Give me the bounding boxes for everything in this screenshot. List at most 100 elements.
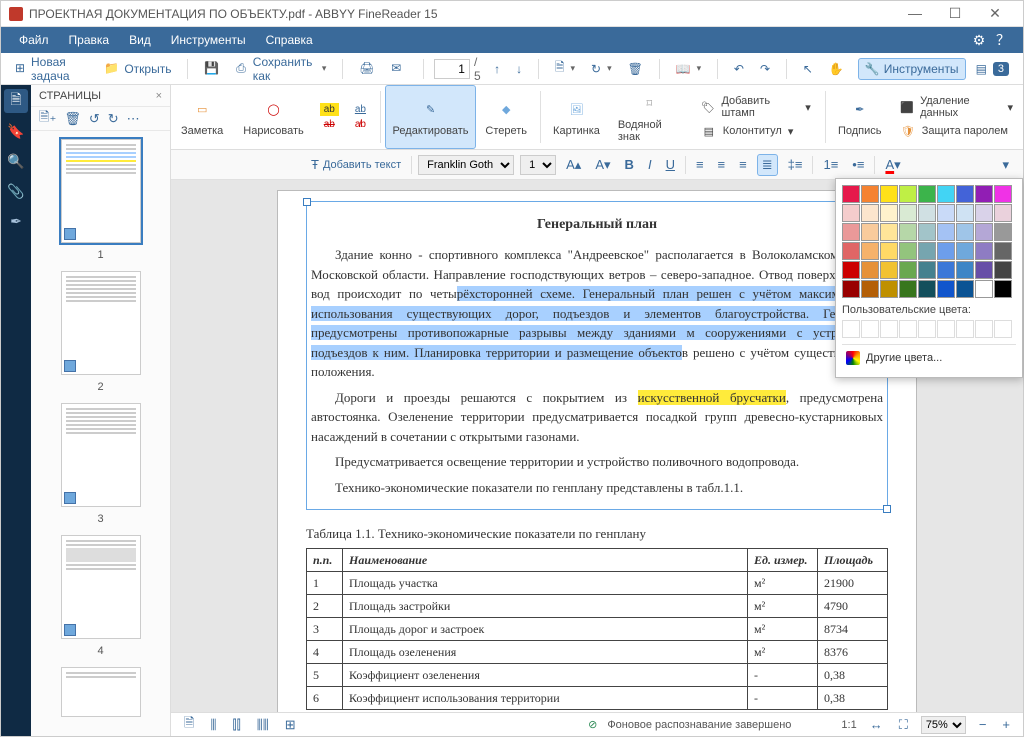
color-swatch[interactable] (899, 204, 917, 222)
increase-font-button[interactable]: A▴ (562, 155, 585, 175)
page-thumb-2[interactable] (61, 271, 141, 375)
color-swatch[interactable] (880, 242, 898, 260)
color-swatch[interactable] (918, 185, 936, 203)
color-swatch[interactable] (842, 280, 860, 298)
ocr-button[interactable]: 📖▾ (670, 59, 707, 79)
color-swatch[interactable] (842, 204, 860, 222)
delete-page-button[interactable]: 🗑 (622, 59, 649, 79)
instruments-toggle[interactable]: 🔧 Инструменты (858, 58, 966, 80)
align-justify-button[interactable]: ≣ (757, 154, 778, 176)
color-swatch[interactable] (842, 185, 860, 203)
highlight-underline-icon[interactable]: ab (351, 103, 370, 116)
draw-tool[interactable]: ◯Нарисовать (233, 85, 313, 149)
color-swatch[interactable] (918, 242, 936, 260)
line-spacing-button[interactable]: ‡≡ (784, 155, 807, 174)
pointer-tool[interactable]: ↖ (797, 59, 819, 79)
color-swatch[interactable] (918, 204, 936, 222)
align-center-button[interactable]: ≡ (714, 155, 730, 174)
menu-edit[interactable]: Правка (59, 27, 120, 53)
color-swatch[interactable] (861, 223, 879, 241)
erase-tool[interactable]: ◆Стереть (476, 85, 536, 149)
color-swatch[interactable] (861, 204, 879, 222)
color-swatch[interactable] (956, 261, 974, 279)
color-swatch[interactable] (937, 280, 955, 298)
color-swatch[interactable] (880, 223, 898, 241)
highlight-yellow-icon[interactable]: ab (320, 103, 339, 116)
color-swatch[interactable] (937, 185, 955, 203)
color-swatch[interactable] (956, 204, 974, 222)
color-swatch[interactable] (918, 223, 936, 241)
sign-tool[interactable]: ✒Подпись (830, 85, 890, 149)
color-swatch[interactable] (899, 261, 917, 279)
page-thumb-5[interactable] (61, 667, 141, 717)
color-swatch[interactable] (899, 242, 917, 260)
bold-button[interactable]: B (621, 155, 638, 174)
add-pages-icon[interactable]: 🗎₊ (39, 108, 56, 130)
zoom-in-button[interactable]: + (999, 717, 1013, 732)
save-button[interactable]: 💾 (198, 58, 226, 80)
text-edit-box[interactable]: Генеральный план Здание конно - спортивн… (306, 201, 888, 510)
highlight-strike-icon[interactable]: ab (320, 118, 339, 131)
header-footer-button[interactable]: ▤Колонтитул ▾ (701, 123, 811, 139)
page-down-button[interactable]: ↓ (510, 59, 528, 79)
font-size-select[interactable]: 14 (520, 155, 556, 175)
sidepanel-button[interactable]: ▤3 (970, 59, 1015, 79)
mail-button[interactable]: ✉ (385, 58, 413, 80)
minimize-button[interactable]: — (895, 5, 935, 22)
rotate-button[interactable]: ↻▾ (585, 59, 618, 79)
help-icon[interactable]: ？ (991, 30, 1015, 50)
bookmarks-tab-icon[interactable]: 🔖 (4, 119, 28, 143)
fit-page-icon[interactable]: ⛶ (896, 717, 911, 733)
color-swatch[interactable] (937, 204, 955, 222)
color-swatch[interactable] (994, 204, 1012, 222)
rotate-right-icon[interactable]: ↻ (108, 111, 119, 127)
color-swatch[interactable] (861, 242, 879, 260)
color-swatch[interactable] (956, 185, 974, 203)
color-swatch[interactable] (842, 223, 860, 241)
numbered-list-button[interactable]: 1≡ (819, 155, 842, 174)
edit-tool[interactable]: ✎Редактировать (385, 85, 476, 149)
color-swatch[interactable] (956, 242, 974, 260)
delete-data-button[interactable]: ⬛Удаление данных ▾ (900, 95, 1013, 119)
color-swatch[interactable] (994, 223, 1012, 241)
color-swatch[interactable] (994, 185, 1012, 203)
align-left-button[interactable]: ≡ (692, 155, 708, 174)
print-button[interactable]: 🖨 (353, 58, 381, 80)
color-swatch[interactable] (975, 242, 993, 260)
color-swatch[interactable] (975, 280, 993, 298)
color-swatch[interactable] (880, 261, 898, 279)
add-stamp-button[interactable]: 🏷Добавить штамп ▾ (701, 95, 811, 119)
color-swatch[interactable] (918, 261, 936, 279)
page-up-button[interactable]: ↑ (488, 59, 506, 79)
menu-help[interactable]: Справка (256, 27, 323, 53)
custom-color-slot[interactable] (861, 320, 879, 338)
open-button[interactable]: 📁Открыть (98, 58, 177, 80)
color-swatch[interactable] (880, 204, 898, 222)
color-swatch[interactable] (937, 261, 955, 279)
view-single-icon[interactable]: 🗎 (181, 714, 197, 736)
search-tab-icon[interactable]: 🔍 (4, 149, 28, 173)
color-swatch[interactable] (956, 223, 974, 241)
color-swatch[interactable] (994, 261, 1012, 279)
view-thumbs-icon[interactable]: ⊞ (282, 717, 299, 733)
redo-button[interactable]: ↷ (754, 59, 776, 79)
color-swatch[interactable] (918, 280, 936, 298)
menu-view[interactable]: Вид (119, 27, 161, 53)
close-button[interactable]: ✕ (975, 5, 1015, 22)
more-pages-icon[interactable]: ⋯ (127, 111, 140, 127)
custom-color-slot[interactable] (994, 320, 1012, 338)
custom-color-slot[interactable] (975, 320, 993, 338)
decrease-font-button[interactable]: A▾ (591, 155, 614, 175)
zoom-out-button[interactable]: − (976, 717, 990, 732)
color-swatch[interactable] (956, 280, 974, 298)
add-text-button[interactable]: ŦДобавить текст (307, 155, 405, 174)
view-continuous-icon[interactable]: ⫼ (207, 717, 219, 733)
attachments-tab-icon[interactable]: 📎 (4, 179, 28, 203)
delete-pages-icon[interactable]: 🗑 (64, 111, 81, 127)
menu-file[interactable]: Файл (9, 27, 59, 53)
close-pages-panel[interactable]: × (156, 90, 162, 102)
zoom-select[interactable]: 75% (921, 716, 966, 734)
page-thumb-1[interactable] (61, 139, 141, 243)
expand-fmt-icon[interactable]: ▾ (998, 155, 1013, 175)
menu-tools[interactable]: Инструменты (161, 27, 256, 53)
